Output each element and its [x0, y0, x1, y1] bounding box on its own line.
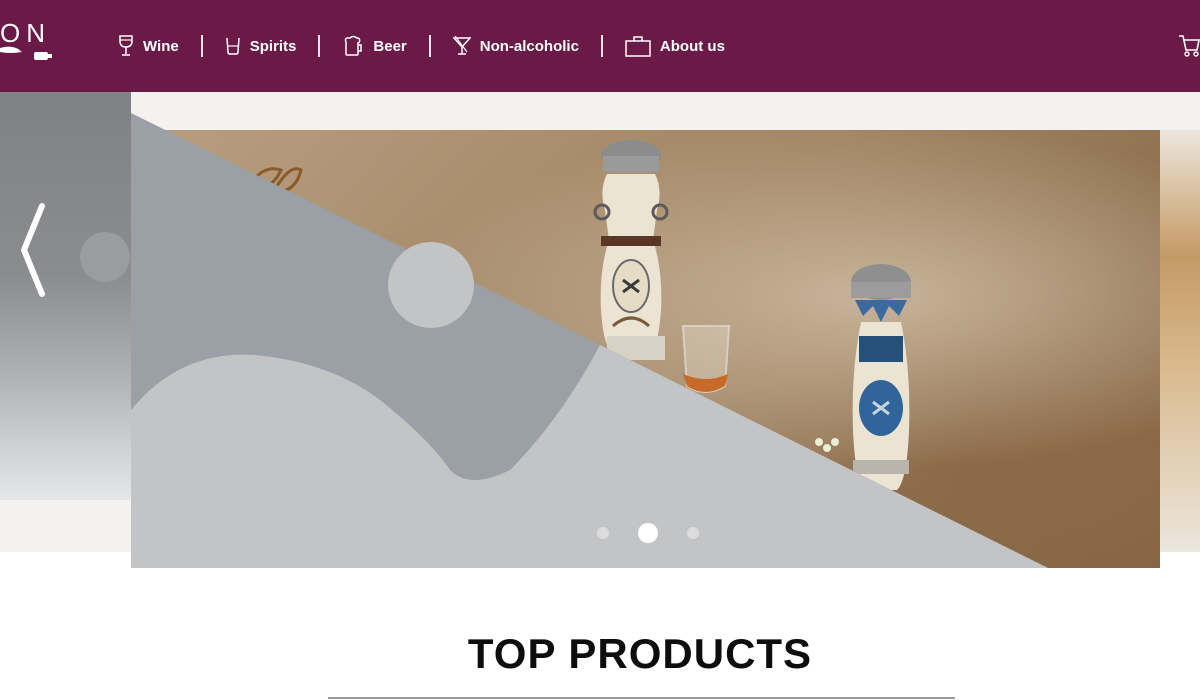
nav-label-about-us: About us [659, 37, 725, 55]
carousel-dot-3[interactable] [687, 527, 699, 539]
cocktail-glass-icon [452, 36, 471, 55]
nav-item-spirits[interactable]: Spirits [225, 36, 297, 56]
nav-label-wine: Wine [143, 37, 179, 55]
briefcase-icon [625, 36, 651, 57]
nav-item-wine[interactable]: Wine [118, 35, 179, 57]
title-underline [328, 697, 955, 699]
nav-divider [428, 35, 431, 57]
nav-item-non-alcoholic[interactable]: Non-alcoholic [452, 36, 579, 56]
nav-item-about-us[interactable]: About us [625, 35, 725, 57]
wine-glass-icon [119, 35, 133, 56]
nav-item-beer[interactable]: Beer [342, 35, 407, 57]
carousel-indicators [597, 523, 699, 543]
nav-divider [600, 35, 603, 57]
nav-label-beer: Beer [373, 37, 407, 55]
blurred-shape [80, 232, 130, 282]
carousel-dot-1[interactable] [597, 527, 609, 539]
spirits-glass-icon [225, 37, 240, 55]
top-navigation-bar: ON Wine Spirits Beer Non-alcoholic About… [0, 0, 1200, 92]
carousel-dot-2[interactable] [638, 523, 658, 543]
chevron-left-icon[interactable] [16, 200, 50, 300]
next-slide-peek[interactable] [1160, 130, 1200, 552]
nav-divider [200, 35, 203, 57]
product-photo [246, 140, 911, 490]
section-title-top-products: TOP PRODUCTS [467, 630, 813, 677]
main-nav: Wine Spirits Beer Non-alcoholic About us [118, 30, 725, 62]
logo-icon[interactable] [0, 44, 60, 80]
cart-icon[interactable] [1178, 34, 1200, 58]
beer-mug-icon [345, 35, 363, 56]
hero-slide[interactable] [131, 130, 1160, 568]
nav-divider [318, 35, 321, 57]
nav-label-non-alcoholic: Non-alcoholic [479, 37, 579, 55]
nav-label-spirits: Spirits [249, 37, 297, 55]
